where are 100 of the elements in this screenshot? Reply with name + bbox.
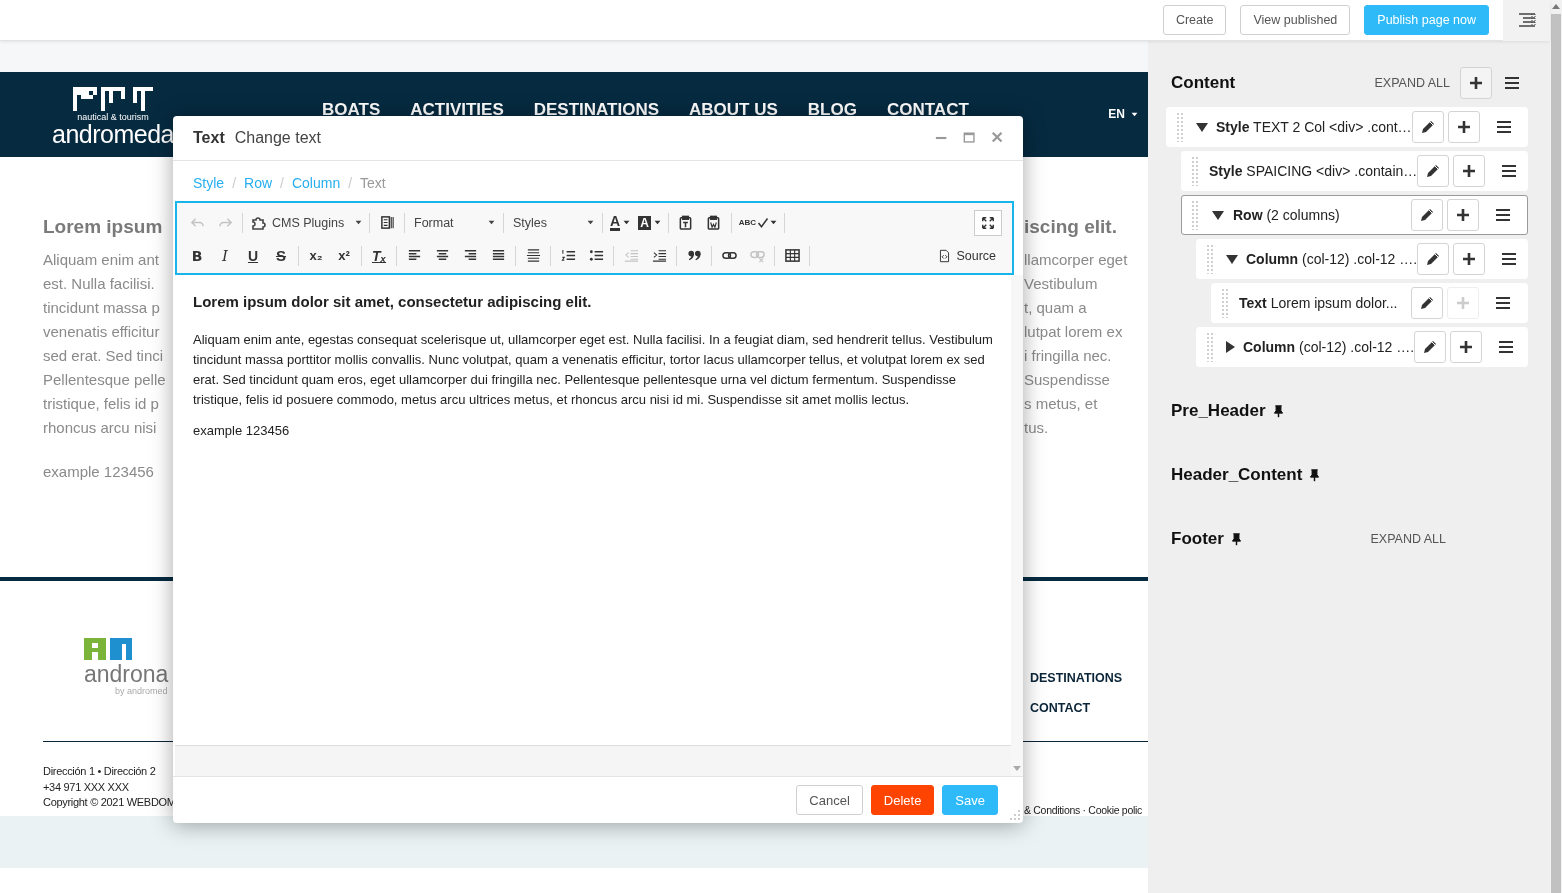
body-text-line: lutpat lorem ex bbox=[1024, 322, 1124, 342]
structure-toggle-button[interactable] bbox=[1503, 0, 1550, 41]
triangle-right-icon bbox=[1226, 341, 1235, 353]
tree-item[interactable]: Column (col-12) .col-12 …. bbox=[1196, 239, 1528, 279]
pencil-icon bbox=[1425, 163, 1442, 179]
background-color-button[interactable]: A bbox=[636, 210, 663, 235]
menu-icon bbox=[1494, 119, 1513, 135]
add-button[interactable] bbox=[1460, 67, 1492, 99]
expand-toggle[interactable] bbox=[1211, 209, 1225, 221]
horizontal-rule-icon bbox=[525, 248, 541, 263]
body-text-line: venenatis efficitur bbox=[43, 322, 161, 342]
scrollbar-thumb[interactable] bbox=[1551, 14, 1561, 893]
footer-legal-links[interactable]: & Conditions · Cookie polic bbox=[1024, 804, 1142, 816]
create-button[interactable]: Create bbox=[1162, 5, 1227, 35]
drag-handle[interactable] bbox=[1221, 288, 1229, 318]
footer-link[interactable]: CONTACT bbox=[1030, 701, 1148, 716]
strikethrough-button[interactable]: S bbox=[269, 243, 293, 268]
tree-item[interactable]: Text Lorem ipsum dolor... bbox=[1211, 283, 1528, 323]
footer-text: +34 971 XXX XXX bbox=[43, 779, 130, 795]
scrollbar[interactable] bbox=[1550, 0, 1562, 893]
section-heading: iscing elit. bbox=[1024, 215, 1118, 239]
plus-icon bbox=[1458, 339, 1475, 355]
edit-button[interactable] bbox=[1411, 111, 1444, 143]
tree-item[interactable]: Row (2 columns) bbox=[1181, 195, 1528, 235]
menu-icon bbox=[1500, 251, 1519, 267]
edit-button[interactable] bbox=[1411, 287, 1443, 319]
plus-icon bbox=[1461, 163, 1478, 179]
expand-all-link[interactable]: EXPAND ALL bbox=[1374, 76, 1450, 90]
superscript-button[interactable]: x² bbox=[332, 243, 356, 268]
add-button[interactable] bbox=[1447, 199, 1479, 231]
remove-format-button[interactable]: Tₓ bbox=[367, 243, 391, 268]
maximize-icon bbox=[981, 215, 995, 230]
body-text-line: t, quam a bbox=[1024, 298, 1088, 318]
plugins-dropdown[interactable]: CMS Plugins bbox=[248, 210, 364, 235]
nav-link[interactable]: CONTACT bbox=[886, 101, 969, 118]
scroll-down-icon bbox=[1012, 765, 1022, 772]
edit-button[interactable] bbox=[1417, 243, 1450, 275]
close-icon bbox=[991, 131, 1005, 145]
drag-handle[interactable] bbox=[1206, 244, 1214, 274]
edit-button[interactable] bbox=[1411, 199, 1443, 231]
cancel-button[interactable]: Cancel bbox=[796, 785, 863, 815]
menu-icon bbox=[1497, 339, 1516, 355]
expand-all-link[interactable]: EXPAND ALL bbox=[1370, 532, 1446, 546]
add-button[interactable] bbox=[1447, 111, 1480, 143]
drag-handle[interactable] bbox=[1176, 112, 1184, 142]
tree-item[interactable]: Style TEXT 2 Col <div> .cont… bbox=[1166, 107, 1528, 147]
text-color-button[interactable]: A bbox=[608, 210, 633, 235]
resize-grip-icon bbox=[1010, 810, 1020, 820]
source-button[interactable]: Source bbox=[936, 243, 998, 268]
caret-icon bbox=[488, 220, 495, 225]
logo-icon bbox=[73, 87, 153, 111]
nav-link[interactable]: DESTINATIONS bbox=[533, 101, 660, 118]
expand-toggle[interactable] bbox=[1226, 341, 1235, 353]
footer-link[interactable]: DESTINATIONS bbox=[1030, 671, 1148, 686]
italic-button[interactable]: I bbox=[213, 243, 237, 268]
menu-icon bbox=[1494, 295, 1512, 311]
maximize-window-button[interactable] bbox=[963, 131, 977, 145]
footer-logo-icon bbox=[84, 638, 132, 660]
check-icon bbox=[757, 216, 770, 229]
section-heading: Lorem ipsum bbox=[43, 215, 164, 239]
bold-button[interactable]: B bbox=[185, 243, 209, 268]
styles-dropdown[interactable]: Styles bbox=[509, 210, 597, 235]
nav-link[interactable]: BLOG bbox=[807, 101, 857, 118]
nav-link[interactable]: ABOUT US bbox=[689, 101, 778, 118]
nav-link[interactable]: ACTIVITIES bbox=[410, 101, 504, 118]
tree-item[interactable]: Style SPAICING <div> .contain… bbox=[1181, 151, 1528, 191]
editor-scrollbar[interactable] bbox=[1011, 275, 1023, 776]
caret-icon bbox=[623, 220, 631, 225]
add-button[interactable] bbox=[1453, 243, 1486, 275]
breadcrumb-separator: / bbox=[280, 175, 284, 191]
expand-toggle[interactable] bbox=[1196, 121, 1208, 133]
underline-button[interactable]: U bbox=[241, 243, 265, 268]
caret-icon bbox=[587, 220, 594, 225]
dialog-title: Text bbox=[193, 129, 225, 147]
close-button[interactable] bbox=[991, 131, 1005, 145]
tree-item[interactable]: Column (col-12) .col-12 …. bbox=[1196, 327, 1528, 367]
edit-button[interactable] bbox=[1414, 331, 1447, 363]
edit-button[interactable] bbox=[1417, 155, 1450, 187]
body-text-line: est. Nulla facilisi. bbox=[43, 274, 156, 294]
drag-handle[interactable] bbox=[1191, 156, 1199, 186]
nav-link[interactable]: BOATS bbox=[322, 101, 381, 118]
subscript-button[interactable]: x₂ bbox=[304, 243, 328, 268]
caret-icon bbox=[355, 220, 362, 225]
view-published-button[interactable]: View published bbox=[1240, 5, 1351, 35]
spellcheck-button[interactable]: ABC bbox=[736, 210, 780, 235]
add-button[interactable] bbox=[1453, 155, 1486, 187]
expand-toggle[interactable] bbox=[1226, 253, 1238, 265]
tree-item-label: Row (2 columns) bbox=[1233, 207, 1340, 223]
numbered-list-icon bbox=[560, 248, 576, 263]
body-text-line: tus. bbox=[1024, 418, 1050, 438]
clipboard-icon bbox=[678, 215, 694, 230]
add-button[interactable] bbox=[1450, 331, 1483, 363]
language-selector[interactable]: EN bbox=[1108, 107, 1125, 121]
menu-icon bbox=[1500, 163, 1519, 179]
drag-handle[interactable] bbox=[1191, 200, 1199, 230]
drag-handle[interactable] bbox=[1206, 332, 1214, 362]
body-text-line: i fringilla nec. bbox=[1024, 346, 1113, 366]
maximize-button[interactable] bbox=[974, 209, 1002, 236]
format-dropdown[interactable]: Format bbox=[410, 210, 498, 235]
breadcrumb-separator: / bbox=[232, 175, 236, 191]
